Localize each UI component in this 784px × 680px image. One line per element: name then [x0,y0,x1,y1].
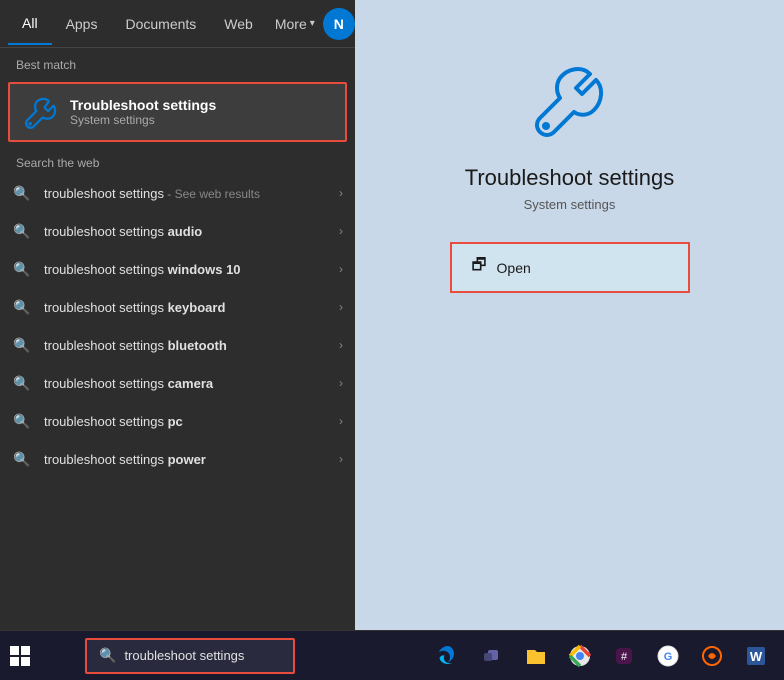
list-item[interactable]: 🔍 troubleshoot settings audio › [0,212,355,250]
tab-bar: All Apps Documents Web More ▾ N 👤 ··· ✕ [0,0,355,48]
taskbar-search-icon: 🔍 [99,647,116,664]
chevron-right-icon: › [339,376,343,390]
search-row-text: troubleshoot settings windows 10 [44,262,335,277]
search-row-text: troubleshoot settings bluetooth [44,338,335,353]
list-item[interactable]: 🔍 troubleshoot settings bluetooth › [0,326,355,364]
best-match-subtitle: System settings [70,113,216,127]
user-avatar[interactable]: N [323,8,355,40]
list-item[interactable]: 🔍 troubleshoot settings windows 10 › [0,250,355,288]
taskbar-search-box[interactable]: 🔍 troubleshoot settings [85,638,295,674]
search-icon: 🔍 [12,221,32,241]
taskbar-edge[interactable] [428,636,468,676]
chevron-right-icon: › [339,452,343,466]
tab-apps[interactable]: Apps [52,4,112,44]
search-row-text: troubleshoot settings - See web results [44,186,335,201]
list-item[interactable]: 🔍 troubleshoot settings camera › [0,364,355,402]
windows-logo-icon [10,646,30,666]
left-panel: All Apps Documents Web More ▾ N 👤 ··· ✕ … [0,0,355,630]
svg-text:G: G [664,651,673,663]
search-icon: 🔍 [12,335,32,355]
taskbar-chrome[interactable] [560,636,600,676]
search-row-text: troubleshoot settings pc [44,414,335,429]
search-row-text: troubleshoot settings keyboard [44,300,335,315]
svg-text:W: W [750,649,763,664]
chevron-right-icon: › [339,224,343,238]
taskbar: 🔍 troubleshoot settings # G [0,630,784,680]
taskbar-apps: # G W [428,636,784,676]
taskbar-file-explorer[interactable] [516,636,556,676]
detail-title: Troubleshoot settings [465,165,675,191]
right-panel: Troubleshoot settings System settings 🗗 … [355,0,784,630]
search-icon: 🔍 [12,411,32,431]
chevron-right-icon: › [339,186,343,200]
tab-all[interactable]: All [8,3,52,45]
search-icon: 🔍 [12,183,32,203]
chevron-down-icon: ▾ [310,18,315,29]
chevron-right-icon: › [339,414,343,428]
best-match-title: Troubleshoot settings [70,97,216,113]
results-area: Best match Troubleshoot settings System … [0,48,355,630]
search-web-label: Search the web [0,146,355,174]
search-row-text: troubleshoot settings camera [44,376,335,391]
search-row-text: troubleshoot settings power [44,452,335,467]
taskbar-google[interactable]: G [648,636,688,676]
chevron-right-icon: › [339,262,343,276]
open-button[interactable]: 🗗 Open [452,244,688,291]
open-button-label: Open [497,260,531,276]
best-match-label: Best match [0,48,355,78]
taskbar-search-text: troubleshoot settings [124,648,244,663]
open-button-wrapper: 🗗 Open [450,242,690,293]
wrench-icon [22,94,58,130]
taskbar-vpn[interactable] [692,636,732,676]
tab-web[interactable]: Web [210,4,267,44]
search-icon: 🔍 [12,259,32,279]
best-match-text: Troubleshoot settings System settings [70,97,216,127]
list-item[interactable]: 🔍 troubleshoot settings - See web result… [0,174,355,212]
taskbar-slack[interactable]: # [604,636,644,676]
list-item[interactable]: 🔍 troubleshoot settings power › [0,440,355,478]
list-item[interactable]: 🔍 troubleshoot settings pc › [0,402,355,440]
search-icon: 🔍 [12,373,32,393]
list-item[interactable]: 🔍 troubleshoot settings keyboard › [0,288,355,326]
open-window-icon: 🗗 [472,254,487,281]
svg-text:#: # [621,651,628,663]
search-icon: 🔍 [12,449,32,469]
best-match-item[interactable]: Troubleshoot settings System settings [8,82,347,142]
tab-documents[interactable]: Documents [111,4,210,44]
detail-subtitle: System settings [524,197,616,212]
chevron-right-icon: › [339,300,343,314]
tab-more[interactable]: More ▾ [267,4,323,44]
search-row-text: troubleshoot settings audio [44,224,335,239]
taskbar-teams[interactable] [472,636,512,676]
search-icon: 🔍 [12,297,32,317]
app-icon-large [530,60,610,145]
chevron-right-icon: › [339,338,343,352]
taskbar-word[interactable]: W [736,636,776,676]
windows-start-button[interactable] [0,632,40,680]
